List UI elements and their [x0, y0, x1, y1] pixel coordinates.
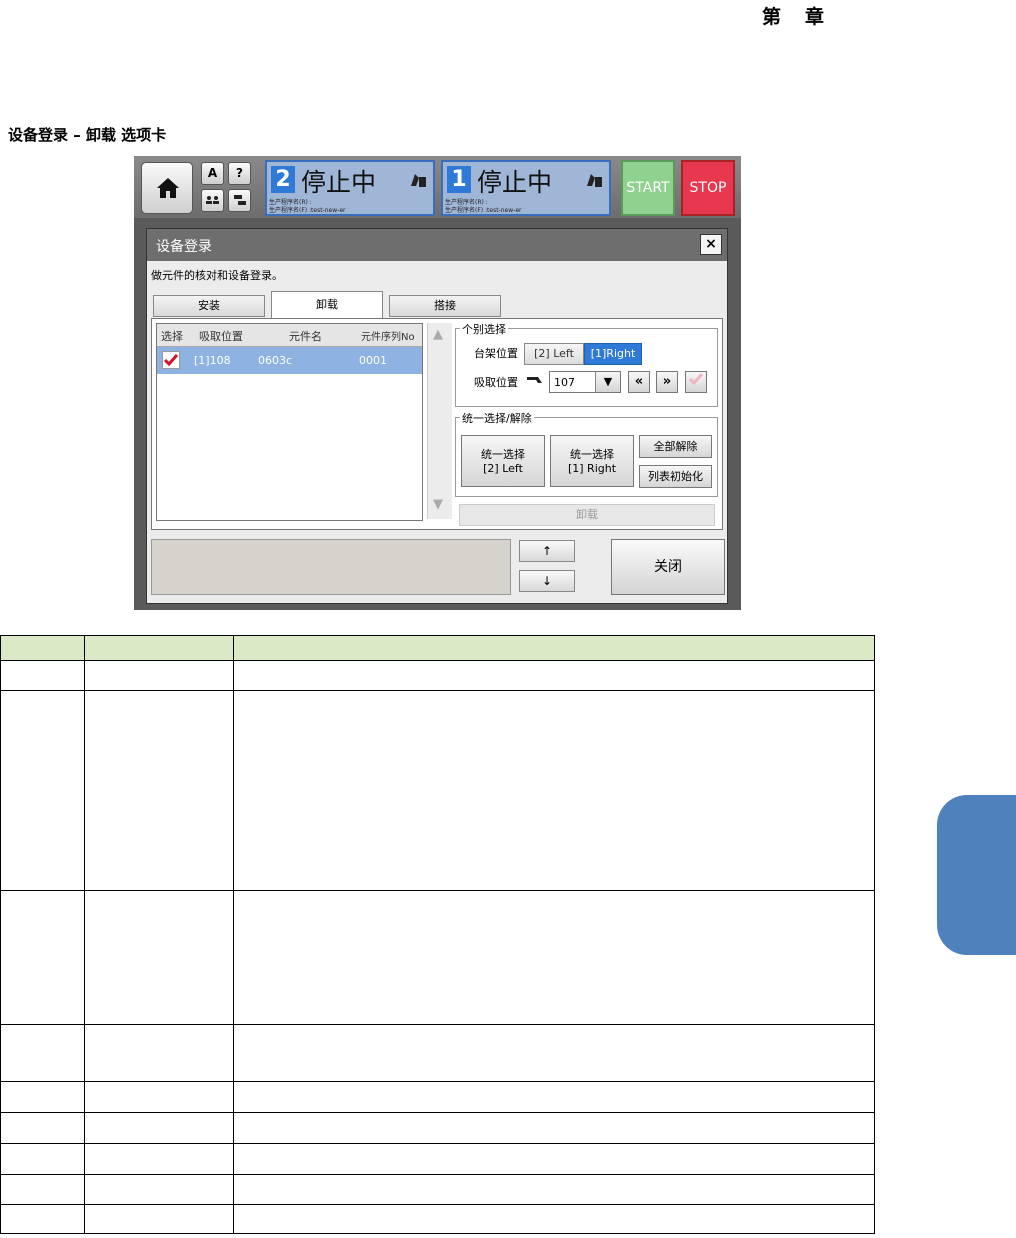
lane2-state: 停止中 — [301, 168, 377, 197]
dialog-instruction: 做元件的核对和设备登录。 — [151, 269, 283, 282]
keyboard-button[interactable]: A — [201, 162, 224, 185]
individual-select-title: 个别选择 — [460, 321, 508, 337]
stop-button[interactable]: STOP — [681, 160, 735, 216]
lane2-program: 生产程序名(R) : 生产程序名(F) :test-new-er — [269, 199, 346, 214]
unload-button[interactable]: 卸载 — [459, 504, 715, 526]
lane2-number: 2 — [271, 166, 295, 193]
parts-grid: 选择 吸取位置 元件名 元件序列No [1]108 0603c 0001 — [156, 323, 423, 521]
chapter-side-tab — [937, 795, 1016, 955]
chapter-prefix: 第 — [762, 6, 784, 28]
column-pick-position: 吸取位置 — [199, 330, 243, 343]
check-icon — [688, 373, 704, 386]
dialog-title: 设备登录 — [156, 239, 212, 255]
rack-left-button[interactable]: [2] Left — [524, 343, 584, 365]
up-arrow-button[interactable]: ↑ — [519, 540, 575, 562]
column-part-name: 元件名 — [289, 330, 322, 343]
rack-position-label: 台架位置 — [474, 347, 518, 360]
lane1-state: 停止中 — [477, 168, 553, 197]
cell-part-name: 0603c — [258, 354, 293, 367]
table-row — [0, 1112, 875, 1144]
down-arrow-button[interactable]: ↓ — [519, 570, 575, 592]
pick-position-select[interactable]: 107 ▼ — [549, 371, 621, 393]
table-row — [0, 890, 875, 1025]
chapter-heading: 第章 — [762, 2, 826, 29]
top-bar: A ? 2 停止中 生产程序名(R) : 生产程序名(F) :test-new-… — [134, 156, 741, 218]
table-header-row — [0, 635, 875, 661]
pick-position-label: 吸取位置 — [474, 376, 518, 389]
scroll-up-icon[interactable]: ▲ — [433, 327, 443, 342]
description-table — [0, 635, 875, 1234]
feeder-icon — [409, 172, 427, 192]
home-icon — [157, 178, 179, 198]
next-position-button[interactable]: » — [656, 371, 678, 393]
confirm-select-button[interactable] — [685, 371, 707, 393]
grid-header: 选择 吸取位置 元件名 元件序列No — [157, 324, 422, 347]
section-title: 设备登录 – 卸载 选项卡 — [8, 126, 167, 144]
individual-select-group: 个别选择 台架位置 [2] Left [1]Right 吸取位置 107 ▼ «… — [455, 321, 718, 407]
scroll-down-icon[interactable]: ▼ — [433, 497, 443, 512]
tab-unload[interactable]: 卸载 — [271, 291, 383, 319]
message-box — [151, 539, 511, 595]
table-row — [0, 1024, 875, 1082]
network-icon — [233, 195, 246, 205]
table-row — [0, 690, 875, 891]
pick-position-value: 107 — [554, 376, 575, 389]
tab-mount[interactable]: 安装 — [153, 295, 265, 317]
column-select: 选择 — [161, 330, 183, 343]
lane1-number: 1 — [447, 166, 471, 193]
cell-pick-position: [1]108 — [194, 354, 231, 367]
help-button[interactable]: ? — [228, 162, 251, 185]
screenshot: A ? 2 停止中 生产程序名(R) : 生产程序名(F) :test-new-… — [134, 156, 741, 610]
unload-panel: 选择 吸取位置 元件名 元件序列No [1]108 0603c 0001 ▲ ▼… — [151, 318, 723, 530]
table-row — [0, 1143, 875, 1175]
cell-serial: 0001 — [359, 354, 387, 367]
table-row — [0, 1081, 875, 1113]
feeder-icon — [585, 172, 603, 192]
nozzle-icon — [526, 373, 544, 388]
table-row[interactable]: [1]108 0603c 0001 — [157, 347, 422, 374]
lane2-status[interactable]: 2 停止中 生产程序名(R) : 生产程序名(F) :test-new-er — [265, 160, 435, 216]
check-icon — [163, 354, 179, 367]
row-checkbox[interactable] — [162, 351, 180, 369]
rack-right-button[interactable]: [1]Right — [584, 343, 642, 365]
equipment-registration-dialog: 设备登录 × 做元件的核对和设备登录。 安装 卸载 搭接 选择 吸取位置 元件名… — [146, 228, 728, 604]
dialog-titlebar: 设备登录 × — [147, 229, 727, 261]
lane1-status[interactable]: 1 停止中 生产程序名(R) : 生产程序名(F) :test-new-er — [441, 160, 611, 216]
select-all-right-button[interactable]: 统一选择 [1] Right — [550, 435, 634, 487]
users-button[interactable] — [201, 189, 224, 212]
network-button[interactable] — [228, 189, 251, 212]
table-row — [0, 1204, 875, 1234]
clear-all-button[interactable]: 全部解除 — [639, 435, 712, 458]
table-row — [0, 660, 875, 691]
chapter-suffix: 章 — [805, 6, 827, 28]
tab-splice[interactable]: 搭接 — [389, 295, 501, 317]
column-serial: 元件序列No — [361, 332, 415, 343]
chevron-down-icon[interactable]: ▼ — [595, 372, 620, 392]
batch-select-group: 统一选择/解除 统一选择 [2] Left 统一选择 [1] Right 全部解… — [455, 410, 718, 497]
init-list-button[interactable]: 列表初始化 — [639, 465, 712, 488]
lane1-program: 生产程序名(R) : 生产程序名(F) :test-new-er — [445, 199, 522, 214]
batch-select-title: 统一选择/解除 — [460, 410, 534, 426]
start-button[interactable]: START — [621, 160, 675, 216]
previous-position-button[interactable]: « — [628, 371, 650, 393]
table-row — [0, 1174, 875, 1205]
dialog-close-icon[interactable]: × — [700, 234, 722, 255]
home-button[interactable] — [141, 162, 193, 214]
users-icon — [205, 196, 219, 204]
grid-scrollbar[interactable]: ▲ ▼ — [427, 323, 452, 519]
close-button[interactable]: 关闭 — [611, 539, 725, 595]
select-all-left-button[interactable]: 统一选择 [2] Left — [461, 435, 545, 487]
